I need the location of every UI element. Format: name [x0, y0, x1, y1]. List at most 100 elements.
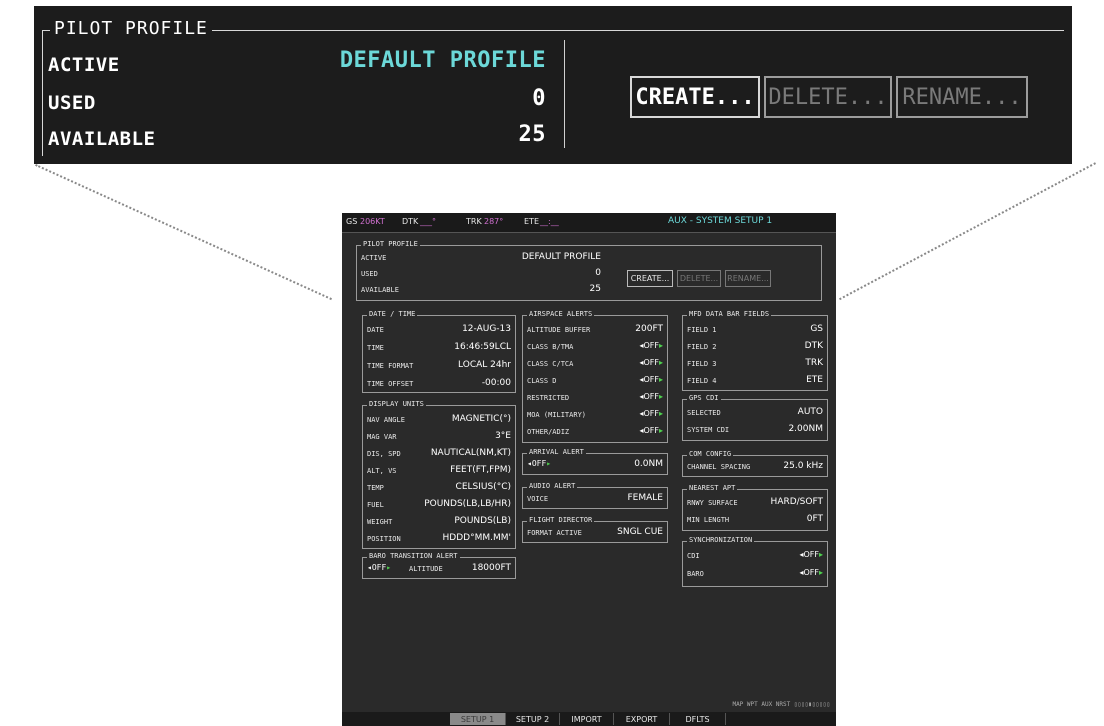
field-2-row[interactable]: FIELD 2 DTK: [687, 341, 823, 353]
section-title: PILOT PROFILE: [50, 18, 212, 39]
trk-value: 287°: [484, 217, 504, 226]
time-offset-row[interactable]: TIME OFFSET -00:00: [367, 378, 511, 390]
fuel-row[interactable]: FUEL POUNDS(LB,LB/HR): [367, 499, 511, 511]
used-row: USED 0: [361, 268, 601, 280]
trk-label: TRK: [466, 217, 482, 226]
active-label: ACTIVE: [48, 54, 120, 76]
other-adiz-row[interactable]: OTHER/ADIZ ◂OFF▸: [527, 426, 663, 438]
system-cdi-row: SYSTEM CDI 2.00NM: [687, 424, 823, 434]
moa-row[interactable]: MOA (MILITARY) ◂OFF▸: [527, 409, 663, 421]
channel-spacing-row[interactable]: CHANNEL SPACING 25.0 kHz: [687, 461, 823, 473]
sync-baro-row[interactable]: BARO ◂OFF▸: [687, 568, 823, 580]
section-title: GPS CDI: [687, 394, 721, 402]
used-value: 0: [532, 86, 546, 111]
field-1-row[interactable]: FIELD 1 GS: [687, 324, 823, 336]
available-row: AVAILABLE 25: [361, 284, 601, 296]
softkey-setup-1[interactable]: SETUP 1: [450, 713, 506, 725]
section-title: MFD DATA BAR FIELDS: [687, 310, 772, 318]
softkey-dflts[interactable]: DFLTS: [670, 713, 726, 725]
rename-button[interactable]: RENAME...: [896, 76, 1028, 118]
nav-angle-row[interactable]: NAV ANGLE MAGNETIC(°): [367, 414, 511, 426]
mag-var-row: MAG VAR 3°E: [367, 431, 511, 441]
delete-button[interactable]: DELETE...: [764, 76, 892, 118]
restricted-row[interactable]: RESTRICTED ◂OFF▸: [527, 392, 663, 404]
baro-row[interactable]: ◂OFF▸ ALTITUDE 18000FT: [367, 563, 511, 575]
mfd-data-bar-fields-section: MFD DATA BAR FIELDS FIELD 1 GS FIELD 2 DTK…: [682, 310, 828, 391]
field-3-row[interactable]: FIELD 3 TRK: [687, 358, 823, 370]
delete-button[interactable]: DELETE...: [677, 270, 721, 287]
create-button[interactable]: CREATE...: [627, 270, 673, 287]
altitude-value[interactable]: 18000FT: [472, 563, 511, 573]
rnwy-surface-row[interactable]: RNWY SURFACE HARD/SOFT: [687, 497, 823, 509]
altitude-buffer-row[interactable]: ALTITUDE BUFFER 200FT: [527, 324, 663, 336]
used-label: USED: [48, 92, 96, 114]
pilot-profile-section: PILOT PROFILE ACTIVE DEFAULT PROFILE USE…: [356, 240, 822, 301]
available-label: AVAILABLE: [361, 286, 399, 294]
time-row: TIME 16:46:59LCL: [367, 342, 511, 352]
sync-cdi-row[interactable]: CDI ◂OFF▸: [687, 550, 823, 562]
section-title: DATE / TIME: [367, 310, 418, 318]
dtk-value: ___°: [420, 217, 436, 226]
callout-line-right: [839, 162, 1096, 301]
gs-value: 206KT: [360, 217, 385, 226]
section-title: BARO TRANSITION ALERT: [367, 552, 460, 560]
arrival-distance[interactable]: 0.0NM: [634, 459, 663, 469]
weight-row[interactable]: WEIGHT POUNDS(LB): [367, 516, 511, 528]
class-b-row[interactable]: CLASS B/TMA ◂OFF▸: [527, 341, 663, 353]
format-active-row[interactable]: FORMAT ACTIVE SNGL CUE: [527, 527, 663, 539]
softkey-export[interactable]: EXPORT: [614, 713, 670, 725]
section-title: NEAREST APT: [687, 484, 738, 492]
used-value: 0: [595, 268, 601, 278]
rename-button[interactable]: RENAME...: [725, 270, 771, 287]
gs-label: GS: [346, 217, 358, 226]
section-title: COM CONFIG: [687, 450, 734, 458]
divider: [564, 40, 565, 148]
class-c-row[interactable]: CLASS C/TCA ◂OFF▸: [527, 358, 663, 370]
voice-row[interactable]: VOICE FEMALE: [527, 493, 663, 505]
available-value: 25: [518, 122, 546, 147]
altitude-label: ALTITUDE: [409, 565, 443, 573]
arrival-alert-section: ARRIVAL ALERT ◂OFF▸ 0.0NM: [522, 448, 668, 475]
active-profile-value[interactable]: DEFAULT PROFILE: [340, 48, 546, 73]
page-group-indicator: MAP WPT AUX NRST ▯▯▯▯▮▯▯▯▯▯: [732, 701, 830, 708]
active-label: ACTIVE: [361, 254, 387, 262]
temp-row[interactable]: TEMP CELSIUS(°C): [367, 482, 511, 494]
dis-spd-row[interactable]: DIS, SPD NAUTICAL(NM,KT): [367, 448, 511, 460]
section-title: FLIGHT DIRECTOR: [527, 516, 595, 524]
create-button[interactable]: CREATE...: [630, 76, 760, 118]
baro-transition-section: BARO TRANSITION ALERT ◂OFF▸ ALTITUDE 180…: [362, 552, 516, 579]
field-4-row[interactable]: FIELD 4 ETE: [687, 375, 823, 387]
alt-vs-row[interactable]: ALT, VS FEET(FT,FPM): [367, 465, 511, 477]
min-length-row[interactable]: MIN LENGTH 0FT: [687, 514, 823, 526]
mfd-screen: GS 206KT DTK ___° TRK 287° ETE __:__ AUX…: [342, 213, 836, 726]
available-value: 25: [589, 284, 601, 294]
active-row: ACTIVE DEFAULT PROFILE: [361, 252, 601, 264]
cdi-selected-row[interactable]: SELECTED AUTO: [687, 407, 823, 419]
softkey-bar: SETUP 1 SETUP 2 IMPORT EXPORT DFLTS: [342, 712, 836, 726]
callout-line-left: [35, 164, 332, 301]
ete-label: ETE: [524, 217, 539, 226]
section-title: PILOT PROFILE: [361, 240, 420, 248]
section-title: ARRIVAL ALERT: [527, 448, 586, 456]
section-title: AIRSPACE ALERTS: [527, 310, 595, 318]
arrival-state[interactable]: ◂OFF▸: [527, 459, 551, 468]
softkey-setup-2[interactable]: SETUP 2: [506, 713, 560, 725]
nearest-apt-section: NEAREST APT RNWY SURFACE HARD/SOFT MIN LE…: [682, 484, 828, 531]
airspace-alerts-section: AIRSPACE ALERTS ALTITUDE BUFFER 200FT CLA…: [522, 310, 668, 443]
pilot-profile-zoom: PILOT PROFILE ACTIVE DEFAULT PROFILE USE…: [34, 6, 1072, 164]
date-row[interactable]: DATE 12-AUG-13: [367, 324, 511, 336]
available-label: AVAILABLE: [48, 128, 156, 150]
section-title: DISPLAY UNITS: [367, 400, 426, 408]
com-config-section: COM CONFIG CHANNEL SPACING 25.0 kHz: [682, 450, 828, 477]
softkey-import[interactable]: IMPORT: [560, 713, 614, 725]
data-bar: GS 206KT DTK ___° TRK 287° ETE __:__ AUX…: [342, 213, 836, 233]
arrival-row[interactable]: ◂OFF▸ 0.0NM: [527, 459, 663, 471]
time-format-row[interactable]: TIME FORMAT LOCAL 24hr: [367, 360, 511, 372]
active-profile-value[interactable]: DEFAULT PROFILE: [522, 252, 601, 262]
class-d-row[interactable]: CLASS D ◂OFF▸: [527, 375, 663, 387]
flight-director-section: FLIGHT DIRECTOR FORMAT ACTIVE SNGL CUE: [522, 516, 668, 543]
used-label: USED: [361, 270, 378, 278]
section-title: AUDIO ALERT: [527, 482, 578, 490]
position-row[interactable]: POSITION HDDD°MM.MM': [367, 533, 511, 545]
baro-state[interactable]: ◂OFF▸: [367, 563, 391, 572]
